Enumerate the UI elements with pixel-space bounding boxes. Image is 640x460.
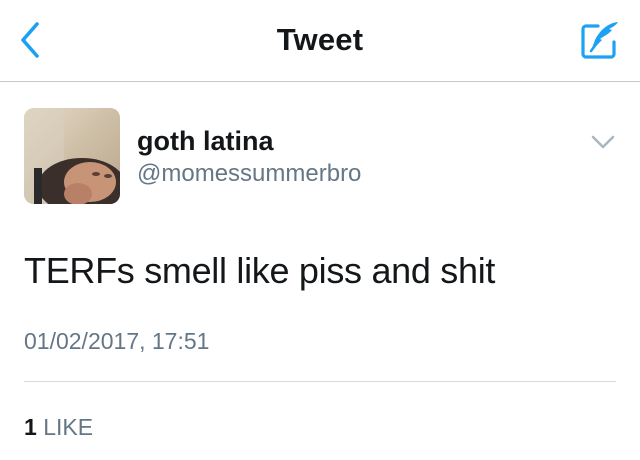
compose-tweet-icon [581, 22, 618, 59]
author-handle[interactable]: @momessummerbro [137, 160, 361, 188]
like-count: 1 [24, 414, 37, 440]
page-title: Tweet [276, 22, 364, 57]
like-label: LIKE [43, 414, 94, 440]
compose-tweet-button[interactable] [574, 14, 626, 66]
tweet-text: TERFs smell like piss and shit [24, 250, 496, 291]
tweet-options-button[interactable] [588, 130, 618, 154]
likes-stat[interactable]: 1 LIKE [24, 414, 93, 441]
chevron-down-icon [591, 135, 615, 149]
tweet-detail: goth latina @momessummerbro TERFs smell … [0, 82, 640, 460]
navigation-bar: Tweet [0, 0, 640, 82]
tweet-detail-screen: Tweet goth latina @momessummerbro TERFs … [0, 0, 640, 460]
tweet-timestamp: 01/02/2017, 17:51 [24, 328, 210, 354]
avatar[interactable] [24, 108, 120, 204]
author-name[interactable]: goth latina [137, 126, 274, 157]
profile-photo [24, 108, 120, 204]
divider [24, 381, 616, 382]
